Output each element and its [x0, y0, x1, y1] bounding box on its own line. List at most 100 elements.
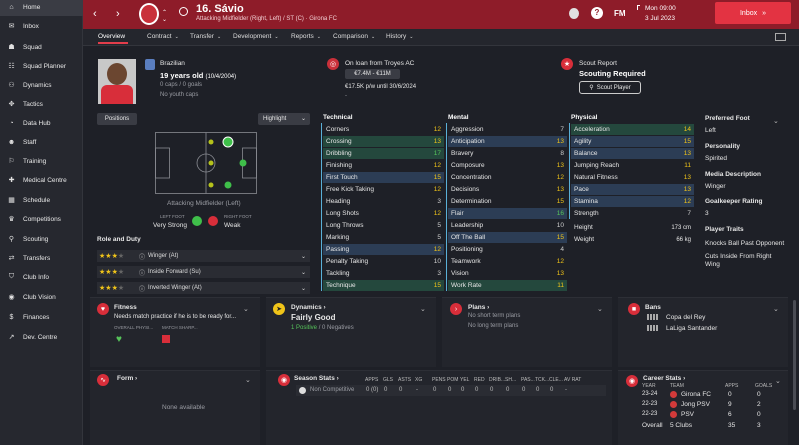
overall-physical-label: OVERALL PHYSI... — [114, 325, 154, 330]
career-team[interactable]: PSV — [681, 411, 694, 418]
sidebar-item-club-info[interactable]: ⛉ Club Info — [0, 268, 83, 286]
physical-title: Physical — [571, 114, 598, 121]
sidebar-item-scouting[interactable]: ⚲ Scouting — [0, 230, 83, 248]
club-badge-icon[interactable] — [139, 3, 159, 25]
attribute-value: 7 — [687, 210, 691, 217]
tab-comparison[interactable]: Comparison ⌄ — [333, 33, 375, 40]
staff-icon: ☻ — [7, 138, 16, 146]
scout-status: Scouting Required — [579, 69, 646, 78]
fitness-text: Needs match practice if he is to be read… — [114, 314, 237, 320]
fm-menu-button[interactable]: FM — [614, 9, 626, 18]
info-icon: ⓘ — [139, 286, 146, 293]
long-term-plans: No long term plans — [468, 323, 519, 329]
sidebar-item-club-vision[interactable]: ◉ Club Vision — [0, 288, 83, 306]
sidebar-item-schedule[interactable]: ▦ Schedule — [0, 191, 83, 209]
sidebar-item-staff[interactable]: ☻ Staff — [0, 133, 83, 151]
career-stats-icon: ◉ — [626, 375, 638, 387]
double-chevron-icon: » — [762, 9, 767, 17]
dynamics-title[interactable]: Dynamics › — [291, 304, 326, 311]
info-icon: ⓘ — [139, 270, 146, 277]
sidebar-item-tactics[interactable]: ✥ Tactics — [0, 95, 83, 113]
back-arrow-icon[interactable]: ‹ — [93, 8, 97, 20]
sidebar-item-dynamics[interactable]: ⚇ Dynamics — [0, 76, 83, 94]
search-icon[interactable] — [179, 7, 188, 16]
scout-title: Scout Report — [579, 60, 617, 67]
chevron-down-icon[interactable]: ⌃ ⌄ — [162, 9, 167, 23]
sidebar-item-inbox[interactable]: ✉ Inbox — [0, 17, 83, 35]
positions-button[interactable]: Positions — [97, 113, 137, 125]
star-icon: ★ — [117, 285, 125, 292]
attribute-value: 12 — [556, 258, 564, 265]
heart-icon: ♥ — [97, 303, 109, 315]
tab-transfer[interactable]: Transfer ⌄ — [190, 33, 221, 40]
bans-title[interactable]: Bans — [645, 304, 661, 311]
attribute-row: Determination 15 — [448, 196, 567, 207]
tab-label: Transfer — [190, 33, 214, 40]
forward-arrow-icon[interactable]: › — [116, 8, 120, 20]
sidebar-item-transfers[interactable]: ⇄ Transfers — [0, 249, 83, 267]
career-team[interactable]: Jong PSV — [681, 401, 710, 408]
attribute-value: 7 — [560, 126, 564, 133]
form-title[interactable]: Form › — [117, 375, 137, 382]
season-value: 0 — [448, 387, 452, 393]
scout-icon: ★ — [561, 58, 573, 70]
chevron-down-icon[interactable]: ⌄ — [773, 305, 779, 313]
date-of-birth: (10/4/2004) — [205, 74, 237, 80]
sidebar-item-dev-centre[interactable]: ↗ Dev. Centre — [0, 328, 83, 346]
sidebar-item-data-hub[interactable]: ◔ Data Hub — [0, 114, 83, 132]
chevron-down-icon: ⌄ — [371, 34, 376, 40]
chevron-down-icon[interactable]: ⌄ — [245, 376, 251, 384]
season-stats-title-text: Season Stats — [294, 375, 335, 382]
chevron-down-icon[interactable]: ⌄ — [773, 117, 779, 125]
role-row[interactable]: ★★★★ ⓘ Winger (At) ⌄ — [97, 250, 310, 262]
attribute-value: 15 — [433, 282, 441, 289]
player-name: 16. Sávio — [196, 3, 244, 15]
medical-icon: ✚ — [8, 177, 15, 184]
chevron-down-icon: ⌄ — [300, 285, 306, 292]
sidebar-item-label: Schedule — [23, 196, 51, 204]
sidebar-item-home[interactable]: ⌂ Home — [0, 0, 83, 16]
sidebar-item-medical-centre[interactable]: ✚ Medical Centre — [0, 171, 83, 189]
scout-player-button[interactable]: ⚲ Scout Player — [579, 81, 641, 94]
help-icon[interactable]: ? — [591, 7, 603, 19]
attribute-value: 10 — [433, 258, 441, 265]
chevron-down-icon[interactable]: ⌄ — [243, 305, 249, 313]
season-header: ASTS — [398, 377, 412, 383]
highlight-dropdown[interactable]: Highlight ⌄ — [258, 113, 310, 125]
sidebar-item-training[interactable]: ⚐ Training — [0, 152, 83, 170]
attribute-row: Concentration 12 — [448, 172, 567, 183]
role-row[interactable]: ★★★★ ⓘ Inside Forward (Su) ⌄ — [97, 266, 310, 278]
sidebar-item-squad-planner[interactable]: ☷ Squad Planner — [0, 57, 83, 75]
tactics-icon: ✥ — [8, 101, 15, 108]
attribute-name: Teamwork — [451, 258, 481, 265]
scrollbar[interactable] — [793, 300, 796, 410]
inbox-continue-button[interactable]: Inbox » — [715, 2, 791, 24]
attribute-name: Corners — [326, 126, 350, 133]
chevron-down-icon[interactable]: ⌄ — [597, 305, 603, 313]
career-stats-title-text: Career Stats — [643, 375, 682, 382]
sidebar-item-finances[interactable]: $ Finances — [0, 308, 83, 326]
tab-development[interactable]: Development ⌄ — [233, 33, 279, 40]
sidebar-item-competitions[interactable]: ♛ Competitions — [0, 210, 83, 228]
season-stats-title[interactable]: Season Stats › — [294, 375, 339, 382]
attribute-row: Leadership 10 — [448, 220, 567, 231]
tab-overview[interactable]: Overview — [98, 33, 129, 44]
squad-icon: ☗ — [8, 44, 15, 51]
career-team[interactable]: Girona FC — [681, 391, 711, 398]
role-row[interactable]: ★★★★ ⓘ Inverted Winger (At) ⌄ — [97, 282, 310, 294]
attribute-row: Penalty Taking 10 — [323, 256, 444, 267]
season-stats-icon: ◉ — [278, 374, 290, 386]
tab-reports[interactable]: Reports ⌄ — [291, 33, 321, 40]
screen-toggle-icon[interactable] — [775, 33, 786, 41]
tab-history[interactable]: History ⌄ — [386, 33, 413, 40]
squad-status-icon[interactable] — [569, 8, 579, 19]
chevron-down-icon[interactable]: ⌄ — [420, 305, 426, 313]
career-stats-title[interactable]: Career Stats › — [643, 375, 685, 382]
fitness-title[interactable]: Fitness — [114, 304, 137, 311]
squad-planner-icon: ☷ — [8, 63, 15, 70]
plans-title[interactable]: Plans › — [468, 304, 489, 311]
attribute-name: Free Kick Taking — [326, 186, 374, 193]
sidebar-item-squad[interactable]: ☗ Squad — [0, 38, 83, 56]
chevron-down-icon[interactable]: ⌄ — [775, 377, 781, 385]
tab-contract[interactable]: Contract ⌄ — [147, 33, 179, 40]
